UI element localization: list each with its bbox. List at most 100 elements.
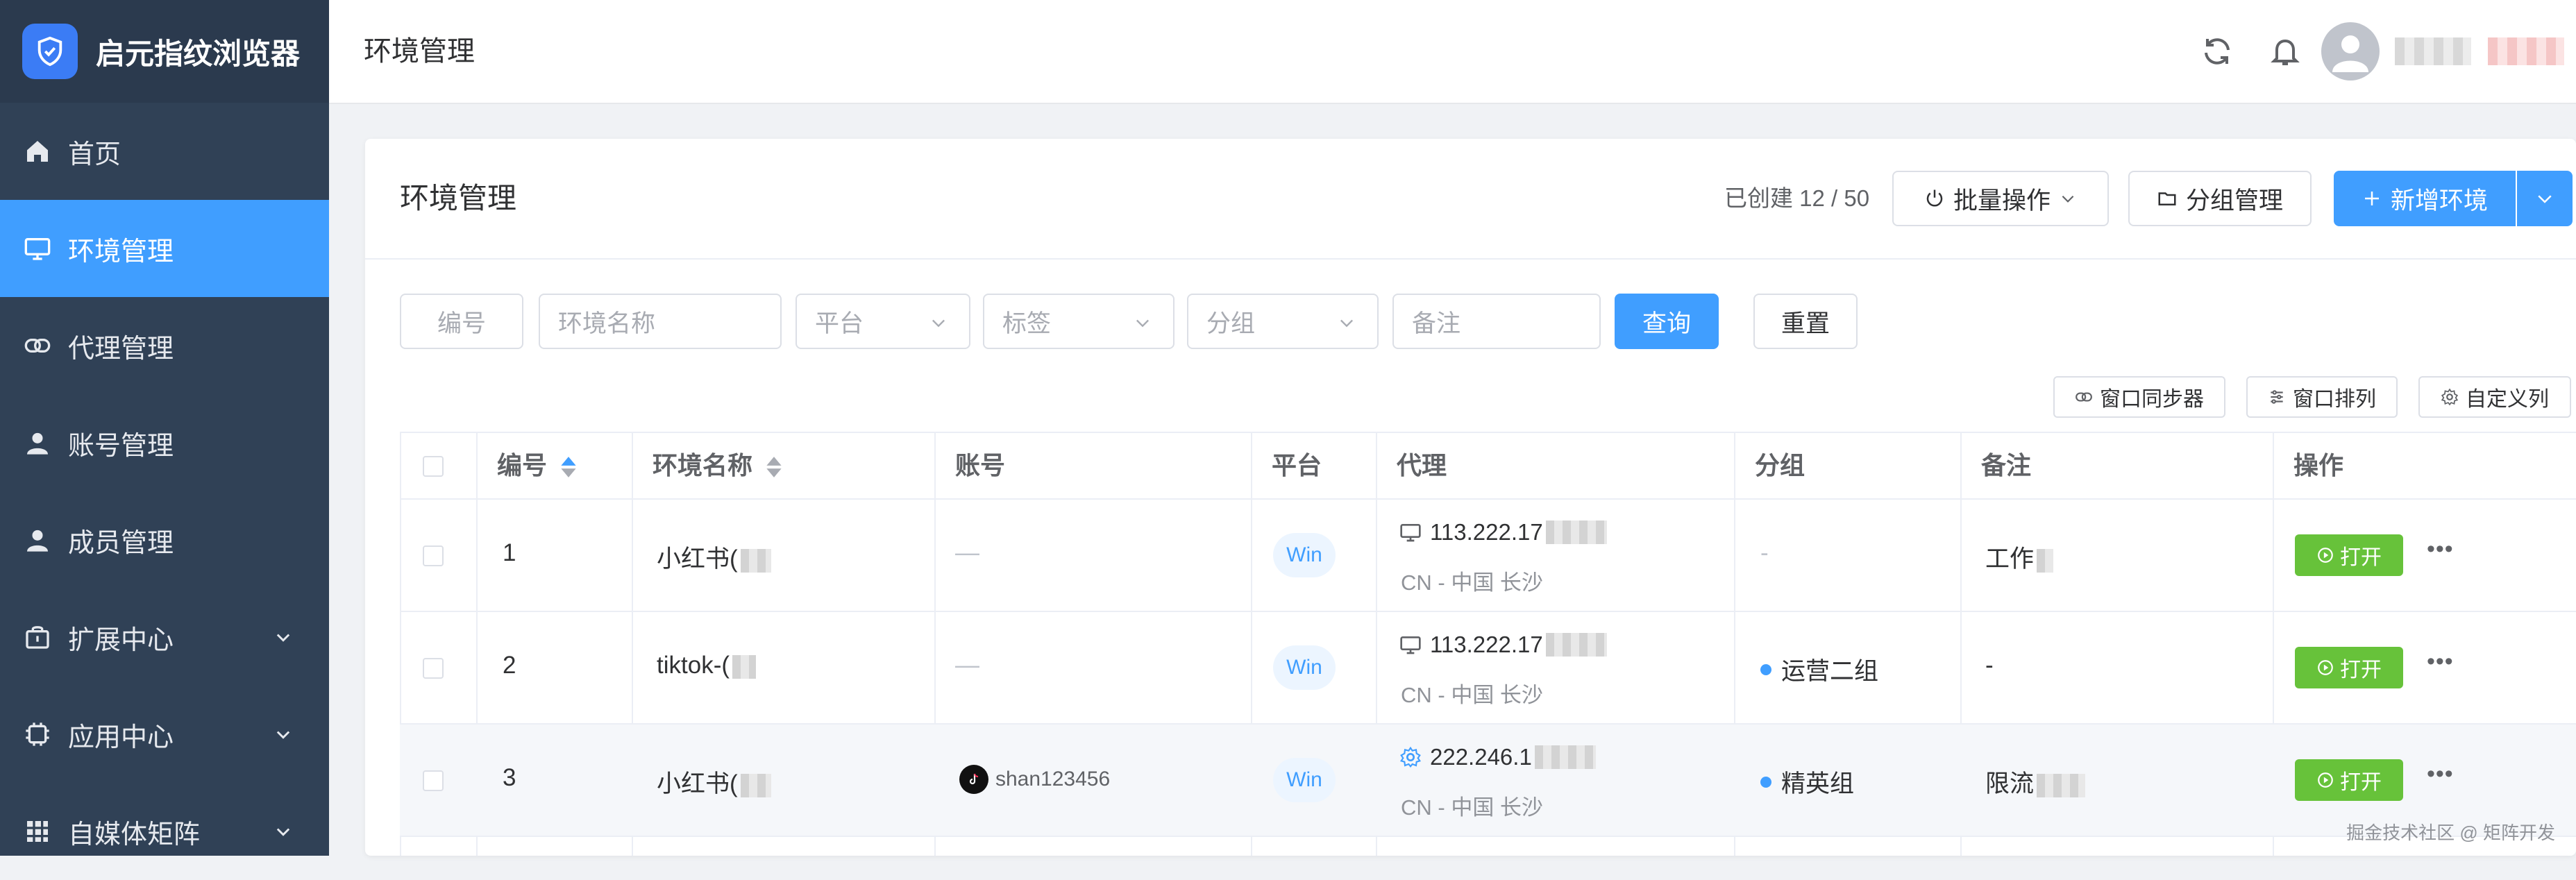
page-title: 环境管理 [364, 36, 475, 67]
row-group: 运营二组 [1760, 652, 1878, 687]
row-env-name[interactable]: 小红书( [657, 539, 771, 575]
reset-button[interactable]: 重置 [1753, 294, 1858, 349]
sliders-icon [2271, 390, 2283, 404]
sort-icon[interactable] [559, 455, 578, 479]
group-manage-label: 分组管理 [2185, 187, 2283, 214]
row-group: - [1760, 539, 1769, 566]
topbar: 环境管理 [329, 0, 2576, 104]
link-icon [22, 330, 53, 361]
row-checkbox[interactable] [423, 545, 444, 566]
sidebar-item-media-matrix[interactable]: 自媒体矩阵 [0, 783, 329, 880]
row-account: — [955, 539, 979, 566]
open-environment-button[interactable]: 打开 [2295, 647, 2403, 688]
user-avatar-icon [2332, 35, 2368, 72]
new-environment-dropdown[interactable] [2517, 171, 2573, 226]
monitor-icon [1400, 524, 1421, 542]
window-arrange-button[interactable]: 窗口排列 [2246, 376, 2398, 418]
sidebar-item-extensions[interactable]: 扩展中心 [0, 589, 329, 686]
refresh-icon[interactable] [2200, 35, 2234, 68]
row-env-name[interactable]: tiktok-( [657, 652, 756, 679]
column-header-actions: 操作 [2293, 451, 2344, 480]
sidebar-item-proxies[interactable]: 代理管理 [0, 297, 329, 394]
chevron-down-icon [932, 319, 945, 328]
tag-select-placeholder: 标签 [1002, 310, 1052, 337]
table-header: 编号 环境名称 账号 平台 代理 分组 备注 操作 [400, 432, 2576, 500]
sidebar-item-apps[interactable]: 应用中心 [0, 686, 329, 783]
proxy-ip: 113.222.17 [1399, 632, 1607, 658]
platform-tag: Win [1273, 758, 1336, 802]
column-header-group: 分组 [1755, 451, 1805, 480]
column-header-name[interactable]: 环境名称 [653, 433, 783, 498]
sort-icon[interactable] [765, 455, 783, 479]
id-filter-input[interactable]: 编号 [400, 294, 523, 349]
platform-select[interactable]: 平台 [795, 294, 970, 349]
tag-select[interactable]: 标签 [983, 294, 1175, 349]
row-env-name[interactable]: 小红书( [657, 764, 771, 799]
group-select[interactable]: 分组 [1187, 294, 1379, 349]
table-row: 1 小红书( — Win 113.222.17 CN - 中国 长沙 - 工作 … [400, 500, 2576, 612]
user-icon [22, 525, 53, 555]
link-icon [2076, 392, 2092, 402]
proxy-location: CN - 中国 长沙 [1401, 570, 1543, 595]
group-manage-button[interactable]: 分组管理 [2128, 171, 2312, 226]
bell-icon[interactable] [2268, 35, 2302, 68]
row-account: — [955, 652, 979, 679]
window-sync-button[interactable]: 窗口同步器 [2053, 376, 2225, 418]
chevron-down-icon [2538, 195, 2552, 203]
column-header-id[interactable]: 编号 [497, 433, 578, 498]
avatar[interactable] [2321, 22, 2380, 81]
proxy-location: CN - 中国 长沙 [1401, 683, 1543, 707]
open-environment-button[interactable]: 打开 [2295, 534, 2403, 576]
tiktok-icon [959, 765, 988, 794]
app-logo-row: 启元指纹浏览器 [0, 0, 329, 103]
proxy-location: CN - 中国 长沙 [1401, 795, 1543, 820]
chevron-down-icon [276, 634, 290, 642]
more-actions-icon[interactable]: ••• [2427, 761, 2454, 788]
play-circle-icon [2318, 548, 2333, 563]
folder-icon [2158, 192, 2176, 205]
platform-tag: Win [1273, 645, 1336, 690]
app-name: 启元指纹浏览器 [96, 37, 301, 70]
chevron-down-icon [1136, 319, 1149, 328]
table-row: 2 tiktok-( — Win 113.222.17 CN - 中国 长沙 运… [400, 612, 2576, 725]
row-note: 限流 [1985, 764, 2086, 799]
sidebar-item-label: 环境管理 [68, 237, 174, 266]
environment-card: 环境管理 已创建 12 / 50 批量操作 分组管理 新增环境 编号 环境名称 … [365, 139, 2576, 856]
sidebar: 启元指纹浏览器 首页 环境管理 代理管理 账号管理 成员管理 扩展中心 应用中心… [0, 0, 329, 856]
chevron-down-icon [1340, 319, 1353, 328]
batch-operation-button[interactable]: 批量操作 [1892, 171, 2109, 226]
row-id: 3 [503, 764, 516, 791]
note-filter-input[interactable]: 备注 [1392, 294, 1601, 349]
user-extra-redacted [2488, 37, 2564, 65]
row-checkbox[interactable] [423, 770, 444, 791]
name-filter-input[interactable]: 环境名称 [539, 294, 782, 349]
monitor-icon [22, 233, 53, 264]
sidebar-item-home[interactable]: 首页 [0, 103, 329, 200]
chevron-down-icon [276, 828, 290, 836]
sidebar-item-label: 成员管理 [68, 528, 174, 558]
sidebar-item-environments[interactable]: 环境管理 [0, 200, 329, 297]
new-environment-button[interactable]: 新增环境 [2334, 171, 2516, 226]
user-icon [22, 428, 53, 458]
more-actions-icon[interactable]: ••• [2427, 536, 2454, 563]
group-dot [1760, 663, 1771, 675]
sidebar-item-label: 首页 [68, 139, 121, 169]
table-row: 3 小红书( shan123456 Win 222.246.1 CN - 中国 … [400, 725, 2576, 837]
sidebar-item-label: 代理管理 [68, 334, 174, 364]
group-dot [1760, 776, 1771, 788]
home-icon [22, 136, 53, 167]
select-all-checkbox[interactable] [423, 456, 444, 477]
row-group: 精英组 [1760, 764, 1854, 799]
sidebar-item-members[interactable]: 成员管理 [0, 491, 329, 589]
open-environment-button[interactable]: 打开 [2295, 759, 2403, 801]
row-note: - [1985, 652, 1994, 679]
username-redacted [2395, 37, 2471, 65]
row-id: 2 [503, 652, 516, 679]
shield-logo-icon [22, 24, 78, 79]
custom-columns-button[interactable]: 自定义列 [2418, 376, 2571, 418]
row-checkbox[interactable] [423, 658, 444, 679]
plus-icon [2364, 192, 2379, 205]
more-actions-icon[interactable]: ••• [2427, 648, 2454, 675]
sidebar-item-accounts[interactable]: 账号管理 [0, 394, 329, 491]
query-button[interactable]: 查询 [1615, 294, 1719, 349]
